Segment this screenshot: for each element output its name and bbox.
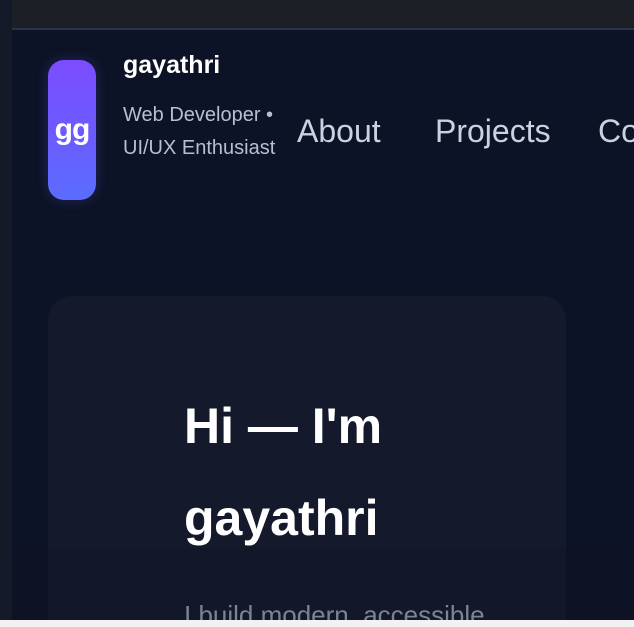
logo-text: gg <box>54 113 91 146</box>
bottom-edge <box>0 620 634 627</box>
brand-name[interactable]: gayathri <box>123 48 220 82</box>
nav-link-about[interactable]: About <box>297 110 381 152</box>
browser-viewport: gg gayathri Web Developer • UI/UX Enthus… <box>0 0 634 627</box>
bottom-overlay <box>12 548 634 620</box>
hero-title: Hi — I'm gayathri <box>184 398 383 546</box>
site-logo[interactable]: gg <box>48 60 96 200</box>
left-edge <box>0 0 12 627</box>
browser-top-bar <box>0 0 634 28</box>
top-divider <box>0 28 634 30</box>
nav-link-projects[interactable]: Projects <box>435 110 551 152</box>
nav-link-contact[interactable]: Co <box>598 110 634 152</box>
brand-tagline: Web Developer • UI/UX Enthusiast <box>123 104 276 159</box>
